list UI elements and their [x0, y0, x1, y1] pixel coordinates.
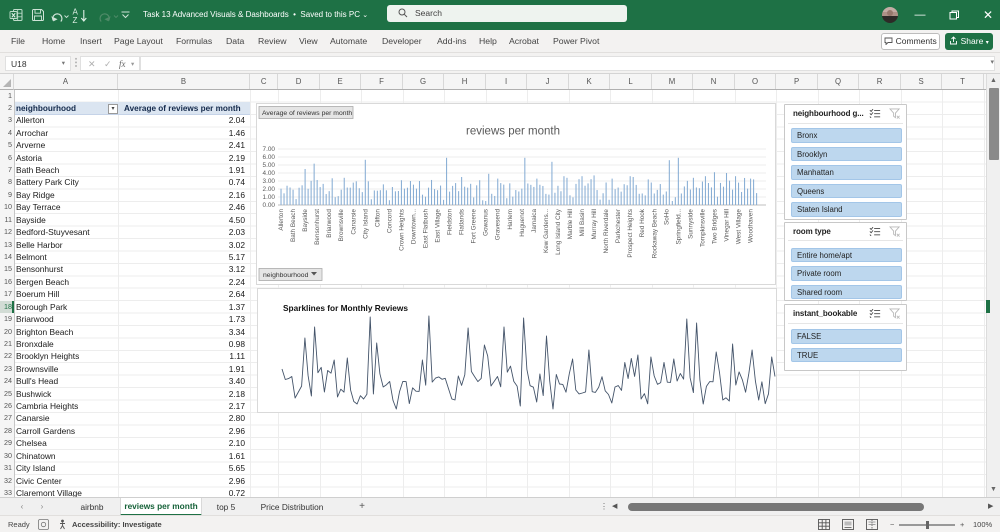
svg-text:Kew Gardens...: Kew Gardens...: [543, 208, 550, 252]
svg-text:North Riverdale: North Riverdale: [603, 208, 610, 253]
svg-text:Sparklines for Monthly Reviews: Sparklines for Monthly Reviews: [283, 303, 408, 313]
svg-text:Concord: Concord: [386, 208, 393, 233]
svg-text:Bath Beach: Bath Beach: [290, 208, 297, 241]
svg-text:East Flatbush: East Flatbush: [423, 208, 430, 248]
svg-text:0.00: 0.00: [263, 202, 276, 209]
svg-text:Average of reviews per month: Average of reviews per month: [262, 110, 352, 117]
svg-text:6.00: 6.00: [263, 154, 276, 161]
svg-text:3.00: 3.00: [263, 178, 276, 185]
svg-text:Fort Greene: Fort Greene: [471, 208, 478, 243]
svg-text:1.00: 1.00: [263, 194, 276, 201]
svg-text:Gowanus: Gowanus: [483, 209, 490, 236]
svg-text:Parkchester: Parkchester: [615, 208, 622, 243]
svg-text:Red Hook: Red Hook: [639, 208, 646, 237]
svg-text:Harlem: Harlem: [507, 209, 514, 230]
svg-text:Long Island City: Long Island City: [555, 208, 562, 255]
svg-text:2.00: 2.00: [263, 186, 276, 193]
svg-text:Brownsville: Brownsville: [338, 208, 345, 241]
svg-text:Huguenot: Huguenot: [519, 208, 526, 236]
svg-text:5.00: 5.00: [263, 162, 276, 169]
svg-text:Flatlands: Flatlands: [459, 209, 466, 235]
svg-text:7.00: 7.00: [263, 146, 276, 153]
svg-text:Canarsie: Canarsie: [350, 208, 357, 234]
svg-text:Bensonhurst: Bensonhurst: [314, 208, 321, 244]
svg-text:reviews per month: reviews per month: [466, 125, 560, 137]
svg-text:City Island: City Island: [362, 208, 369, 238]
svg-text:neighbourhood: neighbourhood: [263, 272, 309, 279]
svg-text:Murray Hill: Murray Hill: [591, 209, 598, 240]
svg-text:Bayside: Bayside: [302, 208, 309, 231]
svg-text:Prospect Heights: Prospect Heights: [627, 209, 634, 258]
svg-text:East Village: East Village: [435, 208, 442, 242]
svg-text:Allerton: Allerton: [278, 208, 285, 230]
svg-text:Z: Z: [73, 16, 78, 24]
svg-text:Woodhaven: Woodhaven: [748, 208, 755, 242]
svg-text:Mill Basin: Mill Basin: [579, 208, 586, 236]
svg-text:Briarwood: Briarwood: [326, 208, 333, 237]
svg-text:Springfield...: Springfield...: [675, 208, 682, 244]
svg-text:Fieldston: Fieldston: [447, 208, 454, 234]
svg-text:Clifton: Clifton: [374, 208, 381, 227]
svg-text:Sunnyside: Sunnyside: [687, 208, 694, 238]
svg-text:Marble Hill: Marble Hill: [567, 209, 574, 239]
svg-text:Crown Heights: Crown Heights: [398, 209, 405, 251]
svg-text:Vinegar Hill: Vinegar Hill: [724, 209, 731, 242]
svg-text:West Village: West Village: [736, 208, 743, 244]
svg-text:Jamaica: Jamaica: [531, 208, 538, 232]
svg-text:Rockaway Beach: Rockaway Beach: [651, 208, 658, 258]
svg-text:SoHo: SoHo: [663, 208, 670, 224]
svg-text:4.00: 4.00: [263, 170, 276, 177]
svg-text:Two Bridges: Two Bridges: [712, 209, 719, 244]
svg-text:Tompkinsville: Tompkinsville: [699, 208, 706, 246]
svg-text:Gravesend: Gravesend: [495, 208, 502, 240]
svg-text:Downtown...: Downtown...: [411, 208, 418, 243]
